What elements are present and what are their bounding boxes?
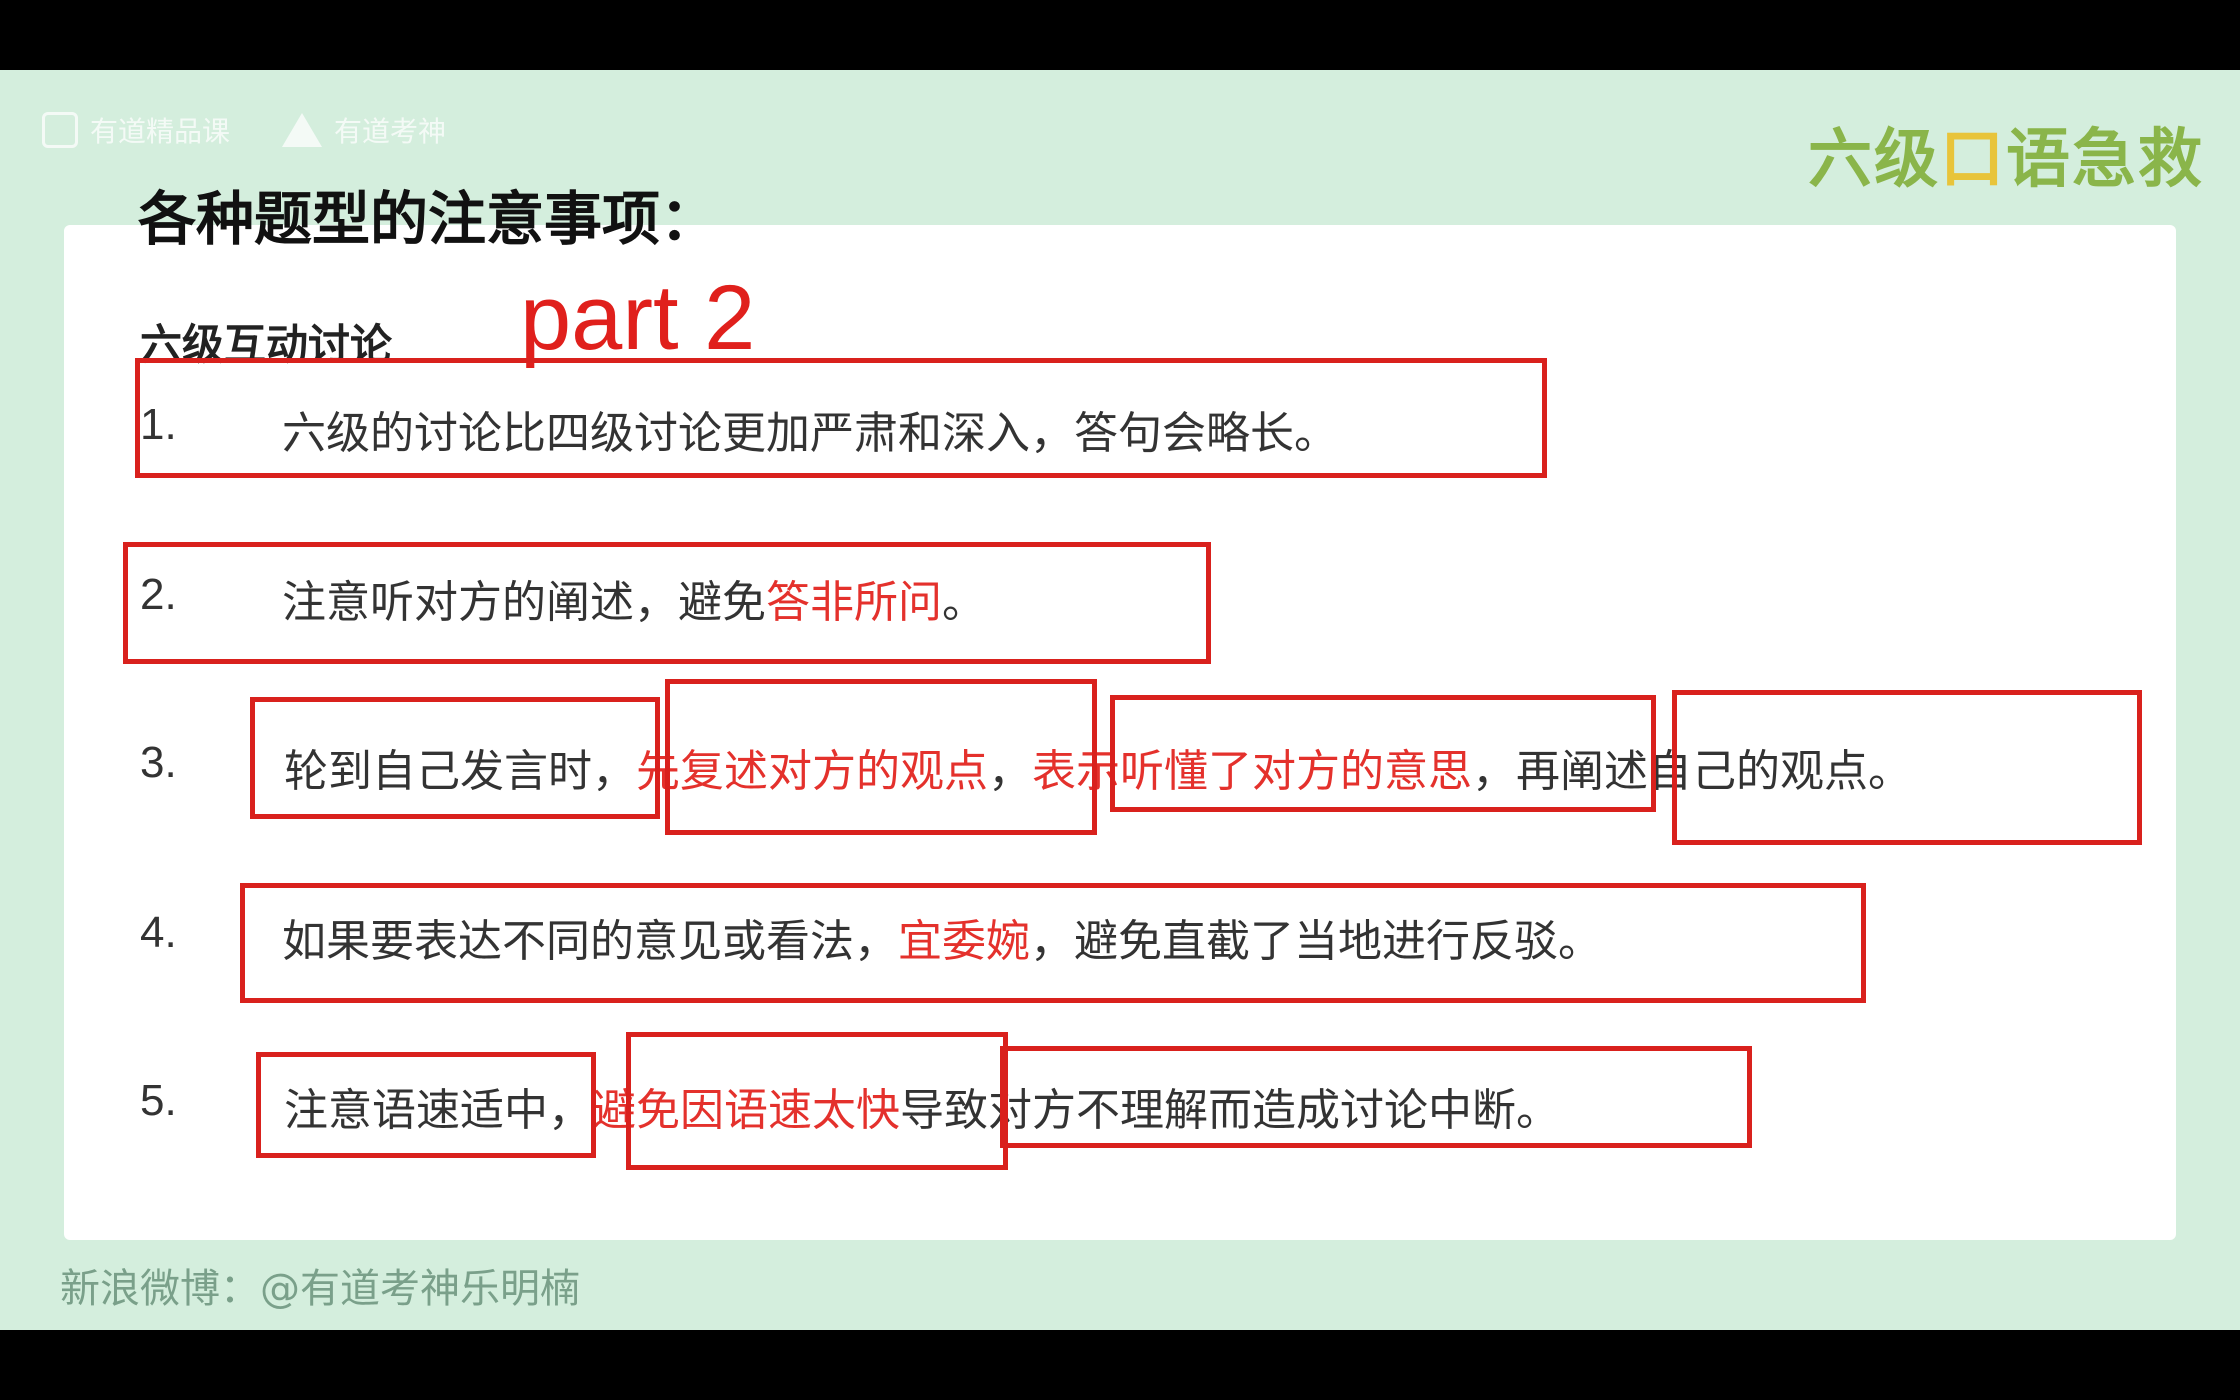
highlight-box-5a <box>256 1052 596 1158</box>
teacher-icon <box>282 113 322 147</box>
highlight-box-3c <box>1110 695 1656 812</box>
highlight-box-5b <box>626 1032 1008 1170</box>
highlight-box-3a <box>250 697 660 819</box>
play-icon <box>42 112 78 148</box>
slide: 有道精品课 有道考神 六级口语急救 各种题型的注意事项： 六级互动讨论 part… <box>0 70 2240 1330</box>
page-title: 各种题型的注意事项： <box>138 185 719 253</box>
highlight-box-5c <box>1000 1046 1752 1148</box>
logo-text-b: 口 <box>1940 123 2006 197</box>
highlight-box-2 <box>123 542 1211 664</box>
weibo-footer: 新浪微博：@有道考神乐明楠 <box>60 1266 580 1312</box>
item-3-number: 3. <box>140 738 177 787</box>
youdao-course-label: 有道精品课 <box>90 115 231 148</box>
highlight-box-1 <box>135 358 1547 478</box>
highlight-box-3d <box>1672 690 2142 845</box>
part-annotation: part 2 <box>520 267 756 369</box>
logo-text-a: 六级 <box>1808 123 1940 197</box>
course-logo: 六级口语急救 <box>1808 108 2204 200</box>
youdao-teacher-brand: 有道考神 <box>282 100 446 160</box>
highlight-box-3b <box>665 679 1097 835</box>
logo-text-c: 语急救 <box>2006 123 2204 197</box>
item-4-number: 4. <box>140 908 177 957</box>
highlight-box-4 <box>240 883 1866 1003</box>
item-5-number: 5. <box>140 1076 177 1125</box>
youdao-course-brand: 有道精品课 <box>42 100 230 160</box>
youdao-teacher-label: 有道考神 <box>334 115 447 148</box>
